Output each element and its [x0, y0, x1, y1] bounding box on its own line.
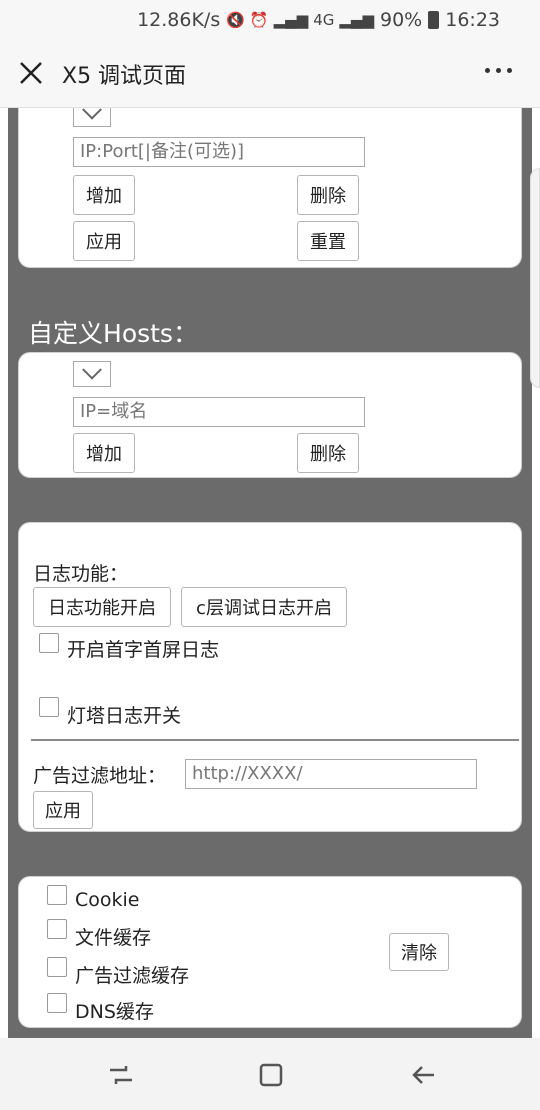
ad-filter-cache-checkbox[interactable]: [47, 957, 67, 977]
hosts-delete-button[interactable]: 删除: [297, 433, 359, 473]
first-screen-log-label: 开启首字首屏日志: [67, 639, 220, 661]
cache-panel: Cookie 文件缓存 广告过滤缓存 DNS缓存 清除: [18, 876, 522, 1028]
mute-icon: 🔇: [226, 11, 245, 29]
dns-cache-label: DNS缓存: [75, 1001, 154, 1023]
hosts-heading-suffix: Hosts：: [103, 319, 198, 348]
hosts-add-button[interactable]: 增加: [73, 433, 135, 473]
proxy-reset-button[interactable]: 重置: [297, 221, 359, 261]
hosts-heading: 自定义Hosts：: [28, 314, 198, 350]
chevron-down-icon: [82, 108, 102, 120]
ad-filter-apply-button[interactable]: 应用: [33, 791, 93, 829]
scroll-handle[interactable]: [530, 168, 540, 388]
file-cache-checkbox[interactable]: [47, 919, 67, 939]
ad-filter-input[interactable]: http://XXXX/: [185, 759, 477, 789]
status-icons: 🔇 ⏰ ▂▄▆ 4G ▂▄▆: [226, 11, 374, 29]
proxy-delete-button[interactable]: 删除: [297, 175, 359, 215]
home-icon[interactable]: [256, 1060, 286, 1090]
back-icon[interactable]: [408, 1060, 438, 1090]
first-screen-log-checkbox[interactable]: [39, 633, 59, 653]
proxy-input[interactable]: IP:Port[|备注(可选)]: [73, 137, 365, 167]
file-cache-label: 文件缓存: [75, 927, 152, 949]
page-content: IP:Port[|备注(可选)] 增加 删除 应用 重置 自定义Hosts： I…: [0, 108, 540, 1038]
hosts-heading-prefix: 自定义: [28, 319, 104, 348]
cookie-label: Cookie: [75, 889, 140, 911]
network-type: 4G: [313, 11, 335, 29]
dns-cache-checkbox[interactable]: [47, 993, 67, 1013]
close-icon[interactable]: [18, 60, 44, 86]
proxy-add-button[interactable]: 增加: [73, 175, 135, 215]
recents-icon[interactable]: [106, 1060, 136, 1090]
title-bar: X5 调试页面: [0, 40, 540, 108]
alarm-icon: ⏰: [249, 11, 269, 29]
enable-log-button[interactable]: 日志功能开启: [33, 587, 171, 627]
network-speed: 12.86K/s: [137, 9, 221, 31]
battery-icon: [428, 11, 440, 29]
left-edge: [0, 108, 8, 1038]
proxy-panel: IP:Port[|备注(可选)] 增加 删除 应用 重置: [18, 108, 522, 268]
log-title: 日志功能：: [33, 563, 129, 585]
hosts-input[interactable]: IP=域名: [73, 397, 365, 427]
hosts-panel: IP=域名 增加 删除: [18, 352, 522, 478]
hosts-select[interactable]: [73, 359, 111, 387]
clock: 16:23: [445, 9, 500, 31]
system-nav-bar: [0, 1038, 540, 1110]
status-bar: 12.86K/s 🔇 ⏰ ▂▄▆ 4G ▂▄▆ 90% 16:23: [0, 0, 540, 40]
signal-icon: ▂▄▆: [273, 11, 309, 29]
chevron-down-icon: [82, 359, 102, 380]
proxy-select[interactable]: [73, 108, 111, 127]
clear-cache-button[interactable]: 清除: [389, 933, 449, 971]
lighthouse-log-checkbox[interactable]: [39, 697, 59, 717]
ad-filter-cache-label: 广告过滤缓存: [75, 965, 190, 987]
c-layer-log-button[interactable]: c层调试日志开启: [181, 587, 347, 627]
ad-filter-label: 广告过滤地址：: [33, 765, 167, 787]
more-options-icon[interactable]: [485, 68, 512, 73]
log-divider: [31, 739, 519, 741]
battery-level: 90%: [380, 9, 423, 31]
log-panel: 日志功能： 日志功能开启 c层调试日志开启 开启首字首屏日志 灯塔日志开关 广告…: [18, 522, 522, 832]
proxy-apply-button[interactable]: 应用: [73, 221, 135, 261]
cookie-checkbox[interactable]: [47, 885, 67, 905]
signal-icon-2: ▂▄▆: [339, 11, 374, 29]
lighthouse-log-label: 灯塔日志开关: [67, 705, 182, 727]
page-title: X5 调试页面: [62, 64, 187, 89]
